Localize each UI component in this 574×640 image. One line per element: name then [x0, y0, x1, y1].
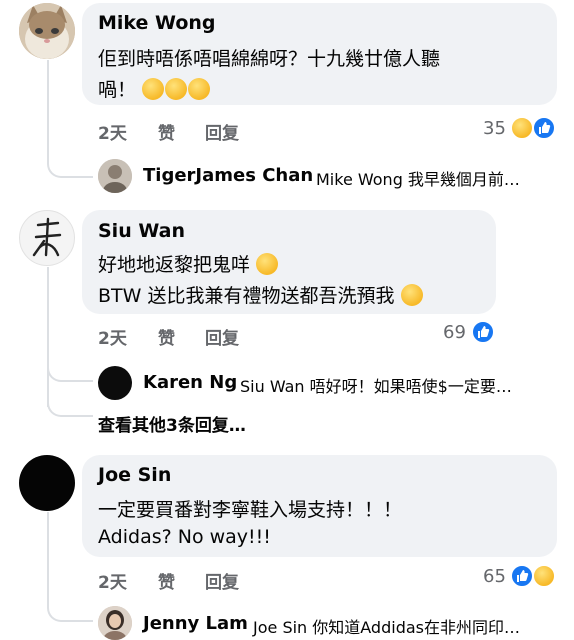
comment-text-line-2: 喎！ — [98, 79, 137, 101]
like-reaction-icon — [471, 320, 495, 344]
thread-line — [47, 60, 49, 160]
reply-button[interactable]: 回复 — [205, 324, 239, 349]
comment-text-line-2: Adidas? No way!!! — [98, 526, 271, 548]
crying-laughing-emoji-icon — [142, 78, 165, 100]
reply-connector — [47, 598, 93, 622]
timestamp[interactable]: 2天 — [98, 568, 127, 593]
comment-text-line-1: 佢到時唔係唔唱綿綿呀？十九幾廿億人聽 — [98, 48, 441, 70]
crying-laughing-emoji-icon — [188, 78, 211, 100]
comment-author[interactable]: Mike Wong — [98, 12, 216, 34]
reply-button[interactable]: 回复 — [205, 119, 239, 144]
reaction-count[interactable]: 69 — [443, 322, 466, 343]
view-more-replies-link[interactable]: 查看其他3条回复… — [98, 411, 246, 436]
avatar-jenny-lam[interactable] — [98, 606, 132, 640]
comment-text-line-2-row: BTW 送比我兼有禮物送都吾洗預我 — [98, 281, 423, 308]
like-button[interactable]: 赞 — [158, 568, 175, 593]
avatar-joe-sin[interactable] — [19, 455, 75, 511]
more-replies-connector — [47, 395, 93, 417]
like-reaction-icon — [510, 564, 534, 588]
like-button[interactable]: 赞 — [158, 324, 175, 349]
like-reaction-icon — [532, 116, 556, 140]
haha-reaction-icon — [510, 116, 534, 140]
reply-connector — [47, 150, 93, 178]
thread-line — [47, 267, 49, 407]
thread-line — [47, 512, 49, 602]
ink-brush-avatar-icon — [32, 217, 62, 257]
comment-text-line-1-row: 好地地返黎把鬼咩 — [98, 250, 279, 277]
yawning-emoji-icon — [400, 284, 423, 306]
comment-text-line-2: BTW 送比我兼有禮物送都吾洗預我 — [98, 285, 395, 307]
haha-reaction-icon — [532, 564, 556, 588]
comment-text-line-1: 一定要買番對李寧鞋入場支持！！！ — [98, 499, 403, 521]
reply-connector — [47, 358, 93, 382]
reply-author[interactable]: Karen Ng — [143, 372, 237, 393]
reaction-count[interactable]: 35 — [483, 118, 506, 139]
avatar-tigerjames-chan[interactable] — [98, 159, 132, 193]
timestamp[interactable]: 2天 — [98, 119, 127, 144]
reaction-count[interactable]: 65 — [483, 566, 506, 587]
reply-preview[interactable]: Joe Sin 你知道Addidas在非州同印… — [253, 614, 520, 638]
cat-avatar-icon — [19, 3, 75, 59]
avatar-siu-wan[interactable] — [19, 210, 75, 266]
timestamp[interactable]: 2天 — [98, 324, 127, 349]
avatar-karen-ng[interactable] — [98, 366, 132, 400]
crying-laughing-emoji-icon — [165, 78, 188, 100]
rolling-eyes-emoji-icon — [256, 253, 279, 275]
comment-text-line-2-row: 喎！ — [98, 75, 211, 102]
comment-text-line-1: 好地地返黎把鬼咩 — [98, 254, 251, 276]
reply-author[interactable]: Jenny Lam — [143, 613, 248, 634]
reply-author[interactable]: TigerJames Chan — [143, 165, 313, 186]
avatar-mike-wong[interactable] — [19, 3, 75, 59]
comment-author[interactable]: Siu Wan — [98, 220, 185, 242]
reply-preview[interactable]: Siu Wan 唔好呀！如果唔使$一定要… — [240, 373, 512, 397]
reply-preview[interactable]: Mike Wong 我早幾個月前… — [316, 166, 520, 190]
like-button[interactable]: 赞 — [158, 119, 175, 144]
comment-author[interactable]: Joe Sin — [98, 464, 171, 486]
reply-button[interactable]: 回复 — [205, 568, 239, 593]
